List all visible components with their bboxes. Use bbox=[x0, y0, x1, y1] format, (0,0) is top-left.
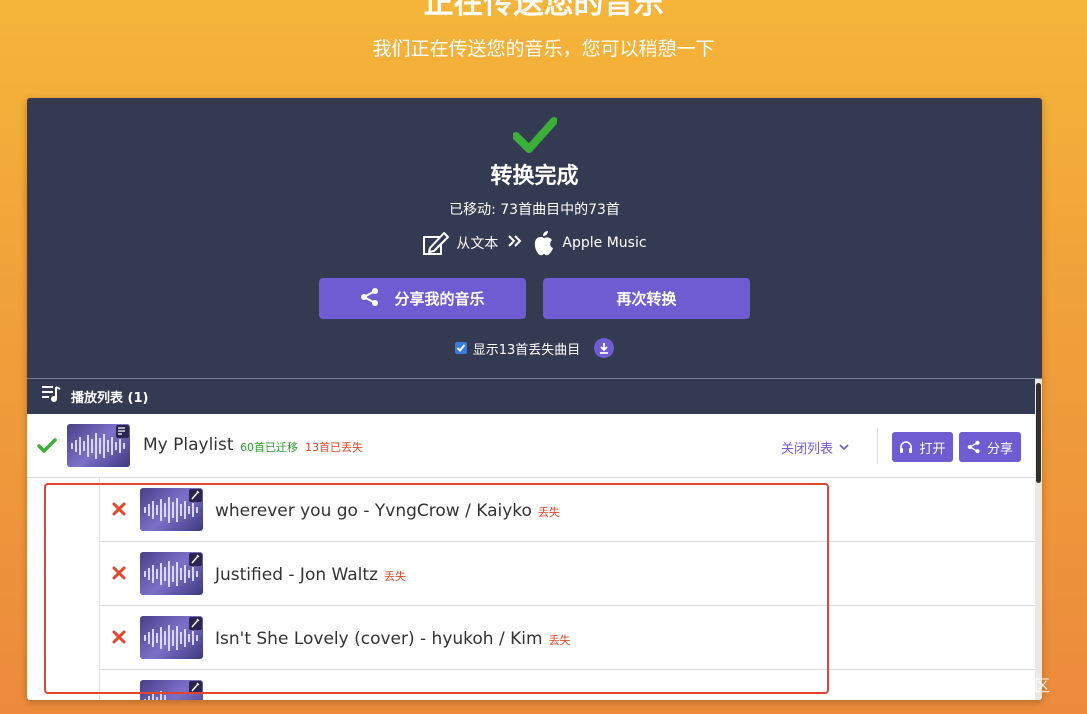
share-my-music-button[interactable]: 分享我的音乐 bbox=[319, 278, 526, 319]
moved-count: 已移动: 73首曲目中的73首 bbox=[449, 202, 620, 218]
playlist-name[interactable]: My Playlist bbox=[143, 434, 234, 456]
track-name: wherever you go - YvngCrow / Kaiyko bbox=[215, 501, 532, 521]
track-row[interactable]: Isn't She Lovely (cover) - hyukoh / Kim 丢… bbox=[99, 606, 1035, 670]
track-title: Justified - Jon Waltz 丢失 bbox=[215, 564, 406, 588]
close-list-label: 关闭列表 bbox=[781, 442, 834, 457]
share-label: 分享 bbox=[986, 441, 1013, 457]
hero-subtitle: 我们正在传送您的音乐，您可以稍憩一下 bbox=[372, 38, 715, 60]
track-artwork bbox=[140, 680, 203, 700]
divider bbox=[877, 428, 878, 464]
playlists-header: 播放列表 (1) bbox=[27, 382, 1042, 410]
share-icon bbox=[967, 440, 980, 454]
track-artwork bbox=[140, 488, 203, 531]
track-artwork bbox=[140, 552, 203, 595]
track-title: wherever you go - YvngCrow / Kaiyko 丢失 bbox=[215, 500, 560, 524]
playlist-row[interactable]: My Playlist 60首已迁移 13首已丢失 关闭列表 打开 分享 bbox=[27, 414, 1035, 478]
playlist-artwork bbox=[67, 424, 130, 467]
watermark: @稀土掘金技术社区 bbox=[906, 676, 1051, 695]
dest-label: Apple Music bbox=[562, 235, 647, 251]
missing-x-icon bbox=[112, 630, 126, 644]
completion-title: 转换完成 bbox=[490, 164, 579, 189]
chevrons-right-icon bbox=[508, 235, 522, 251]
hero-title: 正在传送您的音乐 bbox=[423, 0, 664, 21]
download-icon[interactable] bbox=[594, 338, 615, 358]
track-row[interactable] bbox=[99, 670, 1035, 700]
close-list-button[interactable]: 关闭列表 bbox=[781, 438, 849, 457]
lost-badge: 丢失 bbox=[537, 506, 560, 519]
lost-badge: 丢失 bbox=[548, 634, 571, 647]
playlist-migrated-count: 60首已迁移 bbox=[240, 441, 298, 454]
track-row[interactable]: Justified - Jon Waltz 丢失 bbox=[99, 542, 1035, 606]
chevron-down-icon bbox=[839, 444, 849, 451]
success-check-icon bbox=[513, 117, 557, 153]
playlist-list: My Playlist 60首已迁移 13首已丢失 关闭列表 打开 分享 whe… bbox=[27, 414, 1035, 700]
scroll-thumb[interactable] bbox=[1036, 383, 1041, 483]
text-edit-icon bbox=[422, 230, 450, 256]
divider bbox=[27, 378, 1042, 379]
show-missing-row: 显示13首丢失曲目 bbox=[27, 336, 1042, 360]
source-label: 从文本 bbox=[456, 236, 499, 252]
track-row[interactable]: wherever you go - YvngCrow / Kaiyko 丢失 bbox=[99, 478, 1035, 542]
playlist-lost-count: 13首已丢失 bbox=[305, 441, 363, 454]
open-label: 打开 bbox=[919, 441, 946, 457]
playlist-music-icon bbox=[41, 385, 61, 407]
track-name: Isn't She Lovely (cover) - hyukoh / Kim bbox=[215, 629, 543, 649]
track-title: Isn't She Lovely (cover) - hyukoh / Kim 丢… bbox=[215, 628, 571, 652]
transfer-route: 从文本 Apple Music bbox=[27, 228, 1042, 258]
show-missing-checkbox[interactable] bbox=[454, 342, 467, 354]
track-name: Justified - Jon Waltz bbox=[215, 565, 378, 585]
apple-icon bbox=[532, 229, 556, 257]
share-icon bbox=[360, 287, 380, 311]
share-my-music-label: 分享我的音乐 bbox=[394, 290, 485, 308]
playlists-header-label: 播放列表 (1) bbox=[71, 390, 149, 406]
headphones-icon bbox=[900, 441, 913, 453]
playlist-success-icon bbox=[37, 438, 57, 453]
missing-x-icon bbox=[112, 502, 126, 516]
missing-x-icon bbox=[112, 566, 126, 580]
conversion-panel: 转换完成 已移动: 73首曲目中的73首 从文本 Apple Music 分享我… bbox=[27, 98, 1042, 700]
show-missing-label[interactable]: 显示13首丢失曲目 bbox=[473, 339, 581, 358]
track-artwork bbox=[140, 616, 203, 659]
open-playlist-button[interactable]: 打开 bbox=[892, 432, 953, 462]
convert-again-button[interactable]: 再次转换 bbox=[543, 278, 750, 319]
lost-badge: 丢失 bbox=[383, 570, 406, 583]
share-playlist-button[interactable]: 分享 bbox=[959, 432, 1021, 462]
